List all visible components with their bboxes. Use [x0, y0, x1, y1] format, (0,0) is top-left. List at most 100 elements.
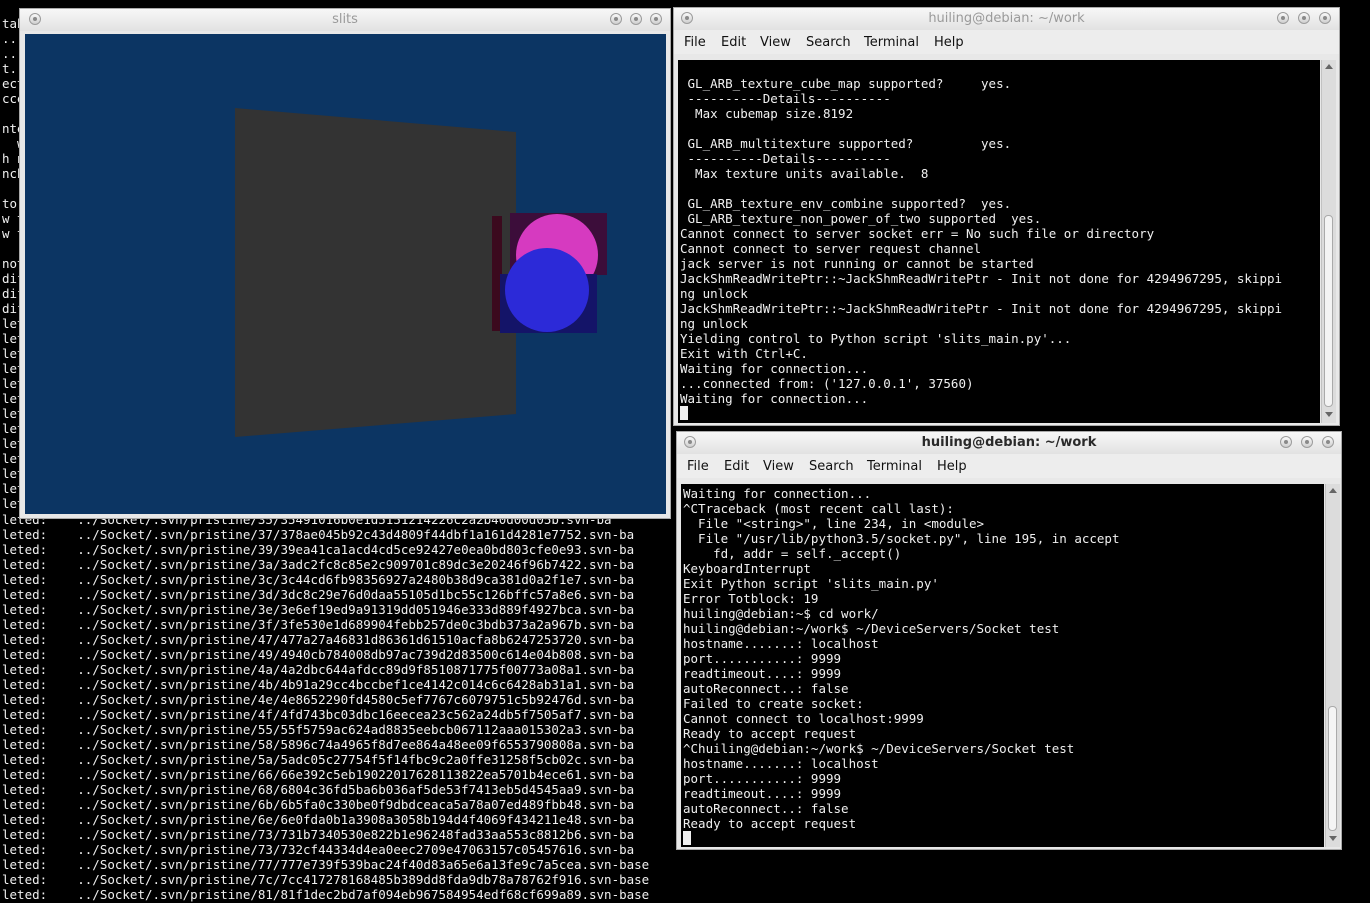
terminal-line: leted: ../Socket/.svn/pristine/3c/3c44cd…	[2, 572, 635, 587]
terminal-line: KeyboardInterrupt	[683, 561, 811, 576]
terminal-line: GL_ARB_texture_non_power_of_two supporte…	[680, 211, 1042, 226]
text-cursor	[683, 831, 691, 845]
terminal-line: ^CTraceback (most recent call last):	[683, 501, 954, 516]
menu-view[interactable]: View	[763, 459, 794, 474]
terminal-line: leted: ../Socket/.svn/pristine/4f/4fd743…	[2, 707, 635, 722]
terminal-line: leted: ../Socket/.svn/pristine/4e/4e8652…	[2, 692, 635, 707]
terminal-line: Cannot connect to server request channel	[680, 241, 982, 256]
terminal-bottom-scrollbar[interactable]	[1325, 484, 1340, 847]
terminal-line: File "/usr/lib/python3.5/socket.py", lin…	[683, 531, 1120, 546]
terminal-top-lines: GL_ARB_texture_cube_map supported? yes. …	[680, 76, 1282, 421]
maximize-icon[interactable]	[630, 13, 642, 25]
scroll-down-icon[interactable]	[1325, 412, 1333, 417]
terminal-bottom-title: huiling@debian: ~/work	[921, 435, 1097, 450]
menu-file[interactable]: File	[684, 35, 706, 50]
terminal-top-title: huiling@debian: ~/work	[928, 11, 1085, 26]
close-icon[interactable]	[1319, 12, 1331, 24]
terminal-line: leted: ../Socket/.svn/pristine/66/66e392…	[2, 767, 635, 782]
scroll-up-icon[interactable]	[1329, 488, 1337, 493]
terminal-line: leted: ../Socket/.svn/pristine/49/4940cb…	[2, 647, 635, 662]
terminal-line: leted: ../Socket/.svn/pristine/81/81f1de…	[2, 887, 650, 902]
menu-view[interactable]: View	[760, 35, 791, 50]
terminal-bottom-lines: Waiting for connection... ^CTraceback (mo…	[683, 486, 1120, 846]
terminal-bottom-titlebar[interactable]: huiling@debian: ~/work	[677, 432, 1341, 454]
scroll-up-icon[interactable]	[1325, 64, 1333, 69]
maximize-icon[interactable]	[1298, 12, 1310, 24]
terminal-top-window[interactable]: huiling@debian: ~/work File Edit View Se…	[673, 7, 1340, 426]
menu-help[interactable]: Help	[934, 35, 964, 50]
background-terminal-rows: leted: ../Socket/.svn/pristine/35/354910…	[2, 512, 649, 902]
terminal-top-output[interactable]: GL_ARB_texture_cube_map supported? yes. …	[678, 60, 1320, 423]
terminal-line: port...........: 9999	[683, 771, 842, 786]
terminal-line: ng unlock	[680, 286, 748, 301]
terminal-line: leted: ../Socket/.svn/pristine/58/5896c7…	[2, 737, 635, 752]
terminal-line: Ready to accept request	[683, 726, 857, 741]
terminal-line: leted: ../Socket/.svn/pristine/3a/3adc2f…	[2, 557, 635, 572]
terminal-bottom-output[interactable]: Waiting for connection... ^CTraceback (mo…	[681, 484, 1324, 847]
terminal-line: leted: ../Socket/.svn/pristine/55/55f575…	[2, 722, 635, 737]
menu-search[interactable]: Search	[809, 459, 854, 474]
terminal-top-titlebar[interactable]: huiling@debian: ~/work	[674, 8, 1339, 30]
slits-scene	[235, 108, 607, 437]
terminal-line: GL_ARB_texture_env_combine supported? ye…	[680, 196, 1012, 211]
terminal-line: huiling@debian:~/work$ ~/DeviceServers/S…	[683, 621, 1060, 636]
terminal-bottom-menubar: File Edit View Search Terminal Help	[677, 454, 1341, 478]
terminal-line: leted: ../Socket/.svn/pristine/47/477a27…	[2, 632, 635, 647]
minimize-icon[interactable]	[610, 13, 622, 25]
menu-terminal[interactable]: Terminal	[864, 35, 919, 50]
minimize-icon[interactable]	[1280, 436, 1292, 448]
terminal-line: leted: ../Socket/.svn/pristine/6b/6b5fa0…	[2, 797, 635, 812]
scroll-thumb[interactable]	[1328, 706, 1337, 831]
terminal-line: Exit with Ctrl+C.	[680, 346, 808, 361]
terminal-line: huiling@debian:~$ cd work/	[683, 606, 879, 621]
terminal-line: leted: ../Socket/.svn/pristine/4a/4a2dbc…	[2, 662, 635, 677]
close-icon[interactable]	[1322, 436, 1334, 448]
terminal-line: leted: ../Socket/.svn/pristine/37/378ae0…	[2, 527, 635, 542]
terminal-line: leted: ../Socket/.svn/pristine/68/6804c3…	[2, 782, 635, 797]
terminal-line: Max cubemap size.8192	[680, 106, 854, 121]
terminal-line: GL_ARB_texture_cube_map supported? yes.	[680, 76, 1012, 91]
menu-file[interactable]: File	[687, 459, 709, 474]
menu-edit[interactable]: Edit	[724, 459, 749, 474]
scroll-down-icon[interactable]	[1329, 836, 1337, 841]
terminal-line: File "<string>", line 234, in <module>	[683, 516, 985, 531]
terminal-line: ng unlock	[680, 316, 748, 331]
terminal-line: leted: ../Socket/.svn/pristine/77/777e73…	[2, 857, 650, 872]
maximize-icon[interactable]	[1301, 436, 1313, 448]
slits-titlebar[interactable]: slits	[20, 9, 670, 31]
slits-render-canvas[interactable]	[25, 34, 666, 514]
prompt-line	[680, 406, 1282, 421]
terminal-line: ----------Details----------	[680, 91, 891, 106]
terminal-line: ----------Details----------	[680, 151, 891, 166]
close-icon[interactable]	[650, 13, 662, 25]
menu-terminal[interactable]: Terminal	[867, 459, 922, 474]
terminal-line: Waiting for connection...	[683, 486, 872, 501]
terminal-line: leted: ../Socket/.svn/pristine/3f/3fe530…	[2, 617, 635, 632]
terminal-line: readtimeout....: 9999	[683, 666, 842, 681]
menu-help[interactable]: Help	[937, 459, 967, 474]
text-cursor	[680, 406, 688, 420]
terminal-line: autoReconnect..: false	[683, 801, 849, 816]
terminal-top-scrollbar[interactable]	[1321, 60, 1336, 423]
scroll-thumb[interactable]	[1324, 215, 1333, 407]
terminal-line: leted: ../Socket/.svn/pristine/73/731b73…	[2, 827, 635, 842]
terminal-line: leted: ../Socket/.svn/pristine/73/732cf4…	[2, 842, 635, 857]
terminal-line: jack server is not running or cannot be …	[680, 256, 1034, 271]
terminal-line: Exit Python script 'slits_main.py'	[683, 576, 939, 591]
slits-window-title: slits	[332, 12, 358, 27]
terminal-line: Max texture units available. 8	[680, 166, 929, 181]
terminal-line: leted: ../Socket/.svn/pristine/7c/7cc417…	[2, 872, 650, 887]
menu-search[interactable]: Search	[806, 35, 851, 50]
minimize-icon[interactable]	[1277, 12, 1289, 24]
terminal-line: port...........: 9999	[683, 651, 842, 666]
terminal-line: autoReconnect..: false	[683, 681, 849, 696]
menu-edit[interactable]: Edit	[721, 35, 746, 50]
terminal-top-menubar: File Edit View Search Terminal Help	[674, 30, 1339, 54]
terminal-line: fd, addr = self._accept()	[683, 546, 902, 561]
terminal-line: Failed to create socket:	[683, 696, 864, 711]
terminal-bottom-window[interactable]: huiling@debian: ~/work File Edit View Se…	[676, 431, 1342, 850]
terminal-line: Waiting for connection...	[680, 391, 869, 406]
terminal-line: Yielding control to Python script 'slits…	[680, 331, 1072, 346]
